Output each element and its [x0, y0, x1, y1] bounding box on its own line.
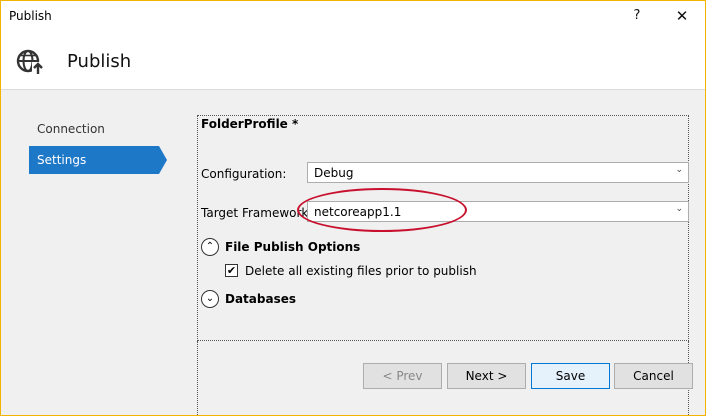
- prev-button[interactable]: < Prev: [363, 363, 442, 389]
- profile-title: FolderProfile *: [201, 117, 299, 131]
- expand-databases-icon[interactable]: ⌄: [201, 290, 219, 308]
- nav-item-connection[interactable]: Connection: [29, 115, 159, 143]
- configuration-select[interactable]: Debug ⌄: [307, 162, 689, 183]
- help-button[interactable]: ?: [614, 1, 660, 31]
- nav-item-settings[interactable]: Settings: [29, 146, 159, 174]
- target-framework-label: Target Framework:: [201, 206, 313, 220]
- chevron-down-icon: ⌄: [675, 165, 683, 175]
- save-button[interactable]: Save: [531, 363, 610, 389]
- target-framework-value: netcoreapp1.1: [314, 205, 402, 219]
- next-button[interactable]: Next >: [447, 363, 526, 389]
- window-title: Publish: [9, 9, 52, 23]
- target-framework-select[interactable]: netcoreapp1.1 ⌄: [307, 201, 689, 222]
- globe-publish-icon: [16, 49, 44, 75]
- publish-window: Publish ? ✕ Publish Connection Settings …: [0, 0, 706, 416]
- panel-border-left: [197, 341, 198, 415]
- delete-existing-files-checkbox[interactable]: ✔: [225, 264, 238, 277]
- close-button[interactable]: ✕: [659, 1, 705, 31]
- chevron-down-icon: ⌄: [675, 204, 683, 214]
- file-publish-options-header[interactable]: File Publish Options: [225, 240, 360, 254]
- header: Publish: [1, 31, 705, 90]
- nav-selected-arrow: [159, 146, 167, 174]
- cancel-button[interactable]: Cancel: [614, 363, 693, 389]
- dialog-body: Connection Settings FolderProfile * Conf…: [1, 90, 705, 415]
- databases-header[interactable]: Databases: [225, 292, 296, 306]
- configuration-value: Debug: [314, 166, 354, 180]
- collapse-file-publish-options-icon[interactable]: ⌃: [201, 238, 219, 256]
- page-title: Publish: [67, 51, 132, 72]
- title-bar: Publish ? ✕: [1, 1, 705, 31]
- configuration-label: Configuration:: [201, 167, 287, 181]
- settings-panel: [197, 115, 689, 341]
- delete-existing-files-label[interactable]: Delete all existing files prior to publi…: [245, 264, 477, 278]
